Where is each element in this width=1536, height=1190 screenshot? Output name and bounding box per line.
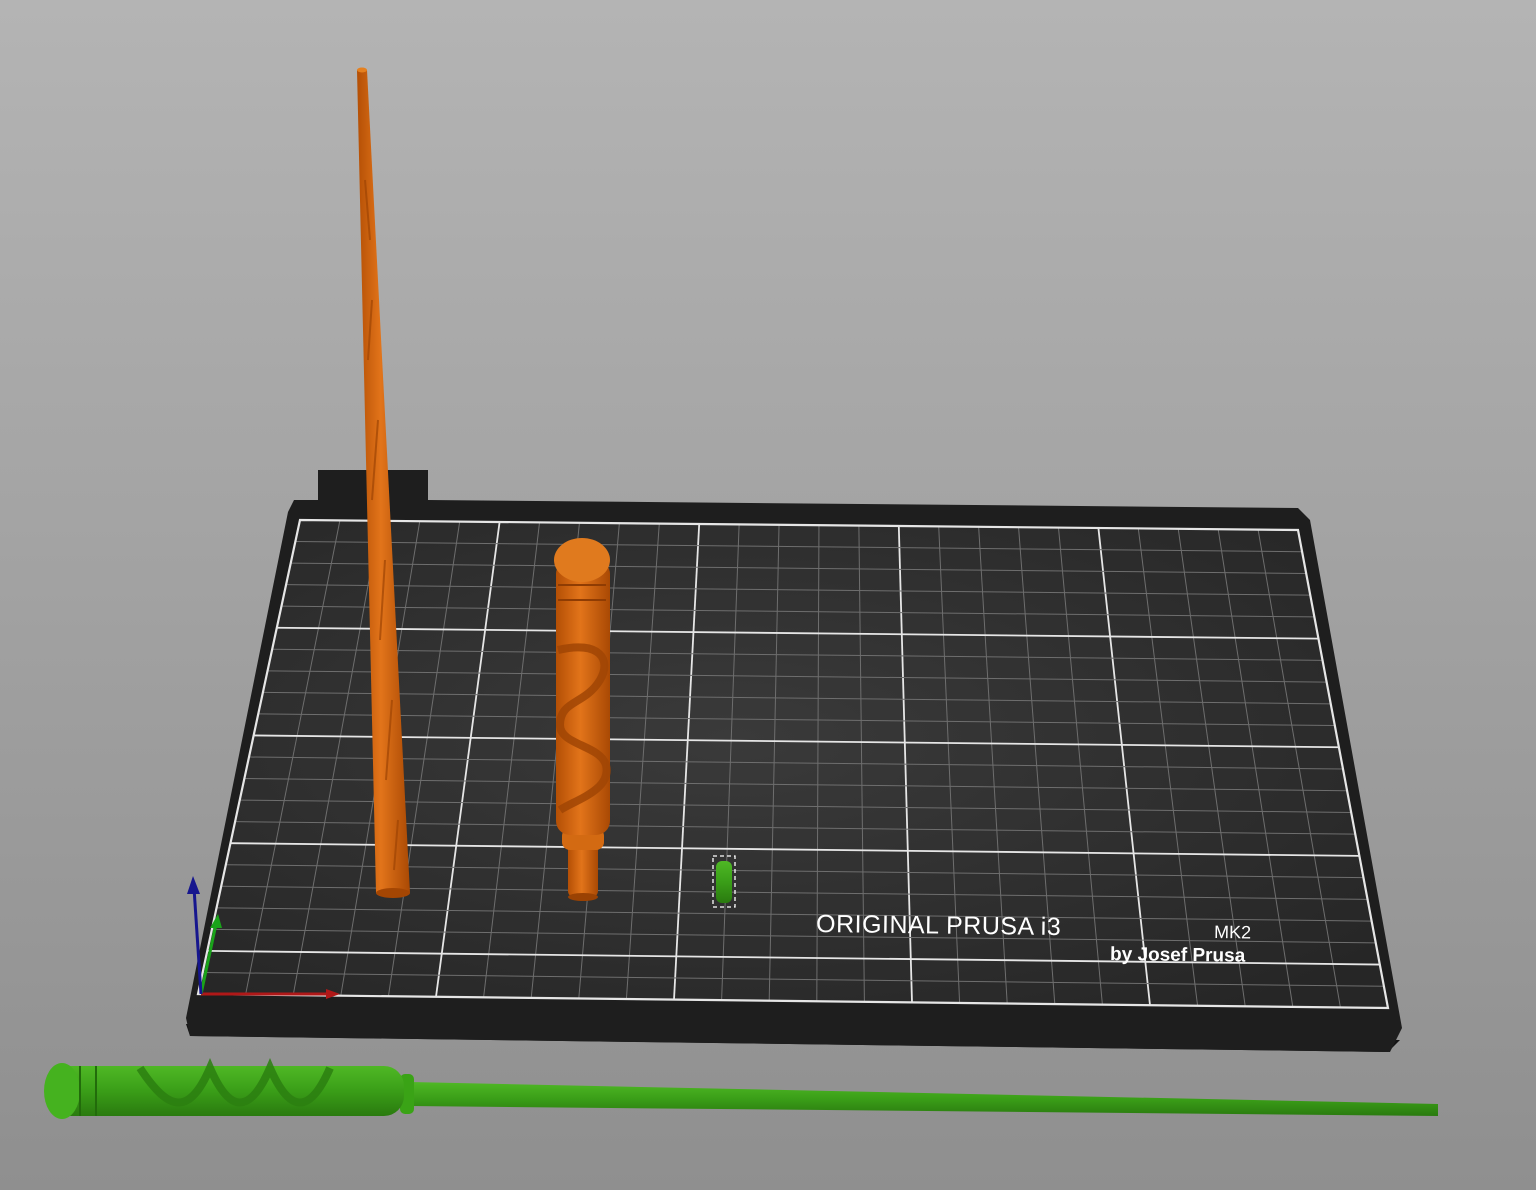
bed-brand-subtitle: by Josef Prusa: [1110, 944, 1246, 967]
small-part-body: [716, 861, 732, 903]
full-wand-cap: [44, 1063, 80, 1119]
wand-shaft-tip: [357, 67, 367, 73]
wand-handle-cap: [554, 538, 610, 582]
3d-viewport[interactable]: ORIGINAL PRUSA i3 MK2 by Josef Prusa: [0, 0, 1536, 1190]
wand-handle-base: [568, 893, 598, 901]
bed-brand-title: ORIGINAL PRUSA i3: [816, 910, 1061, 941]
wand-shaft-base: [376, 888, 410, 898]
bed-brand-model: MK2: [1214, 922, 1251, 942]
scene-canvas[interactable]: ORIGINAL PRUSA i3 MK2 by Josef Prusa: [0, 0, 1536, 1190]
